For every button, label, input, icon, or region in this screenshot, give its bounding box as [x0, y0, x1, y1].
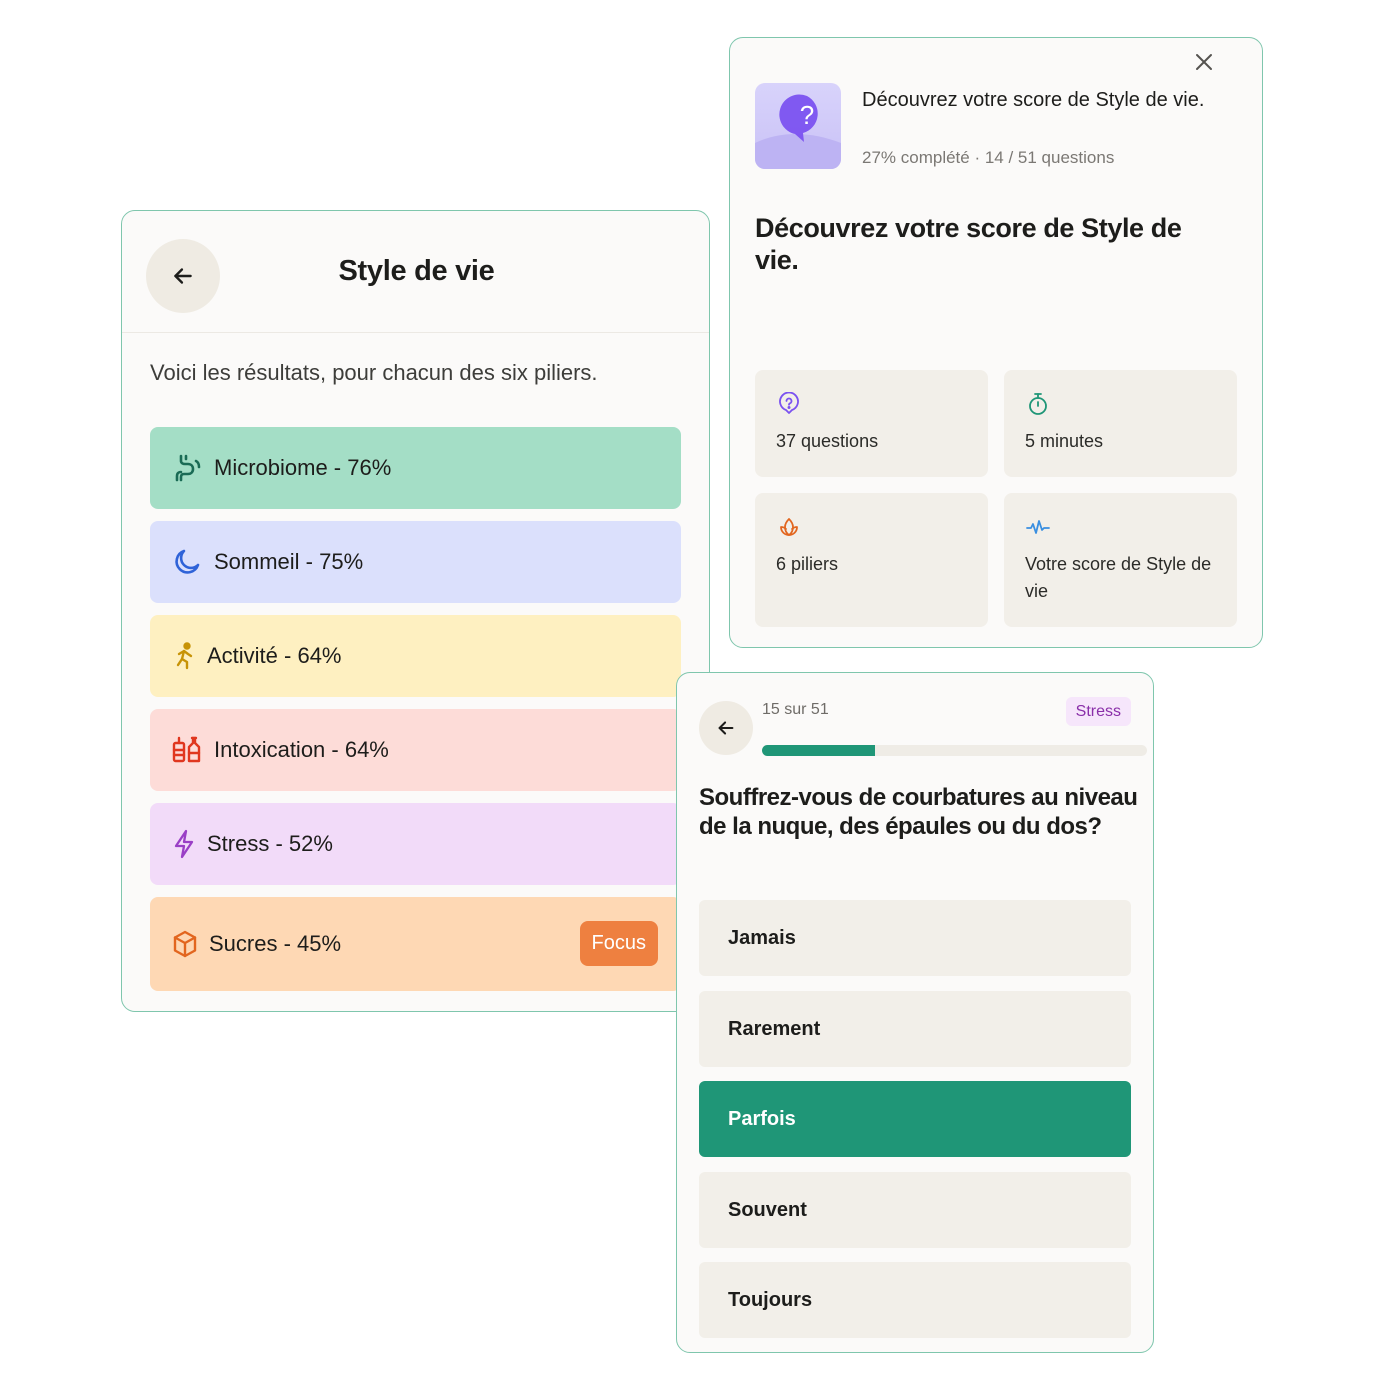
option-label: Jamais [728, 926, 796, 949]
tile-questions: 37 questions [755, 370, 988, 477]
svg-text:?: ? [800, 100, 814, 130]
tile-pillars: 6 piliers [755, 493, 988, 627]
lotus-icon [780, 518, 798, 536]
pulse-icon [1026, 520, 1050, 534]
tile-label: Votre score de Style de vie [1025, 554, 1212, 601]
question-card: 15 sur 51 Stress Souffrez-vous de courba… [676, 672, 1154, 1353]
running-icon [172, 641, 196, 671]
option-label: Souvent [728, 1198, 807, 1221]
back-button[interactable] [699, 701, 753, 755]
stopwatch-icon [1029, 393, 1047, 415]
quiz-title: Découvrez votre score de Style de vie. [755, 213, 1182, 275]
progress-bar [762, 745, 1147, 756]
results-card: Style de vie Voici les résultats, pour c… [121, 210, 710, 1012]
question-text: Souffrez-vous de courbatures au niveau d… [699, 784, 1138, 840]
pillar-label: Intoxication - 64% [214, 737, 389, 762]
quiz-progress-text: 27% complété · 14 / 51 questions [862, 148, 1115, 167]
tile-label: 37 questions [776, 431, 879, 451]
question-counter: 15 sur 51 [762, 701, 829, 718]
focus-badge: Focus [579, 921, 658, 966]
tile-score: Votre score de Style de vie [1004, 493, 1237, 627]
quiz-intro-card: ? Découvrez votre score de Style de vie.… [729, 37, 1263, 648]
pillar-label: Sommeil - 75% [214, 549, 364, 574]
option-label: Toujours [728, 1288, 813, 1311]
microbiome-icon [172, 453, 202, 483]
option-label: Rarement [728, 1017, 821, 1040]
quiz-header-title: Découvrez votre score de Style de vie. [862, 89, 1205, 111]
option-label: Parfois [728, 1107, 796, 1130]
option-jamais[interactable]: Jamais [699, 900, 1131, 976]
pillar-stress[interactable]: Stress - 52% [150, 803, 681, 885]
cube-icon [172, 929, 198, 959]
results-header: Style de vie [122, 211, 709, 333]
pillar-label: Activité - 64% [207, 643, 342, 668]
question-circle-icon [779, 392, 799, 414]
tile-label: 5 minutes [1025, 431, 1104, 451]
option-souvent[interactable]: Souvent [699, 1172, 1131, 1248]
pillar-label: Microbiome - 76% [214, 455, 392, 480]
arrow-left-icon [718, 721, 734, 735]
option-parfois[interactable]: Parfois [699, 1081, 1131, 1157]
tile-duration: 5 minutes [1004, 370, 1237, 477]
lightning-icon [172, 829, 196, 859]
moon-icon [172, 547, 202, 577]
tile-label: 6 piliers [776, 554, 839, 574]
option-rarement[interactable]: Rarement [699, 991, 1131, 1067]
page-title: Style de vie [338, 255, 495, 287]
progress-bar-fill [762, 745, 876, 756]
results-intro: Voici les résultats, pour chacun des six… [150, 360, 598, 385]
option-toujours[interactable]: Toujours [699, 1262, 1131, 1338]
pillar-microbiome[interactable]: Microbiome - 76% [150, 427, 681, 509]
pillar-sucres[interactable]: Sucres - 45% Focus [150, 897, 681, 991]
pillar-activite[interactable]: Activité - 64% [150, 615, 681, 697]
pillar-label: Stress - 52% [207, 831, 333, 856]
bottles-icon [172, 735, 202, 765]
category-tag: Stress [1065, 697, 1131, 726]
close-icon[interactable] [1192, 50, 1216, 74]
pillar-intoxication[interactable]: Intoxication - 64% [150, 709, 681, 791]
quiz-illustration: ? [755, 83, 841, 169]
question-bubble-icon: ? [755, 94, 841, 169]
pillar-label: Sucres - 45% [209, 931, 342, 956]
pillar-sommeil[interactable]: Sommeil - 75% [150, 521, 681, 603]
